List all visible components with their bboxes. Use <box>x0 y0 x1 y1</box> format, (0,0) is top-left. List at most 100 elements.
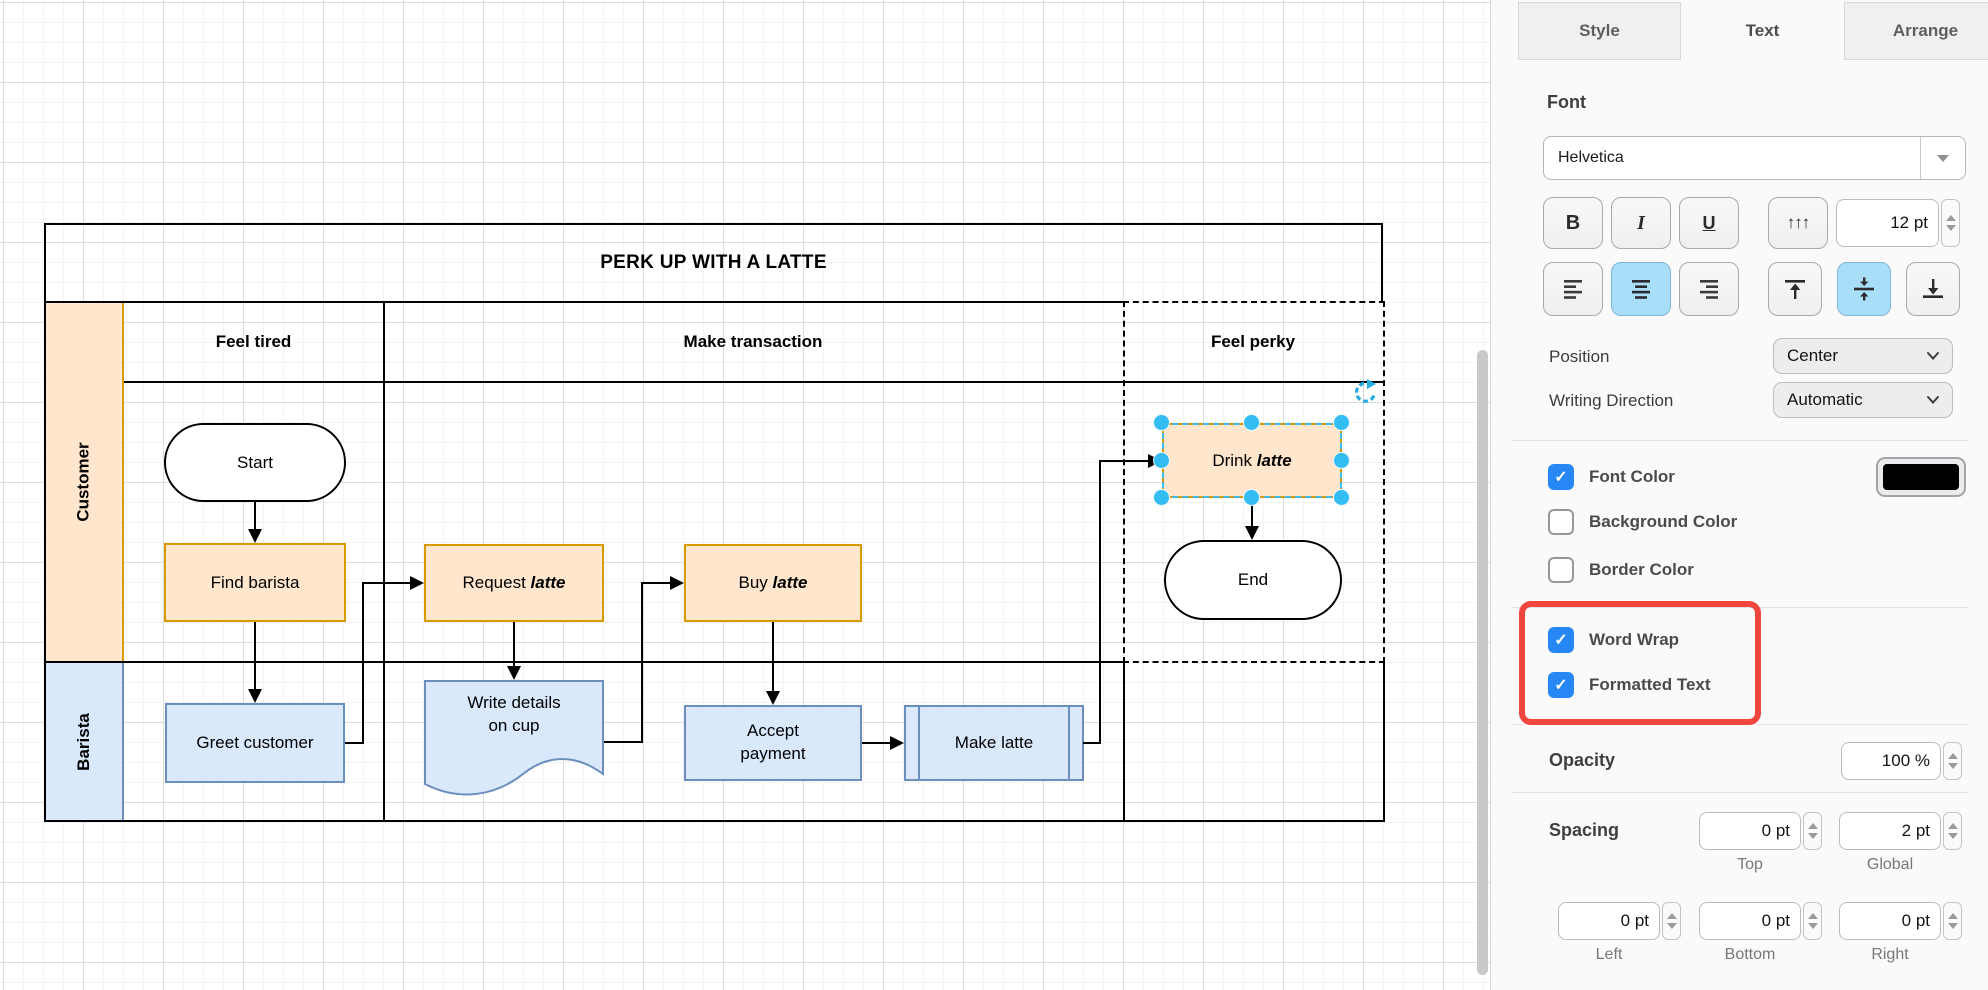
node-end[interactable]: End <box>1164 540 1342 620</box>
valign-bottom-button[interactable] <box>1906 262 1960 316</box>
chevron-down-icon <box>1926 395 1952 405</box>
bold-button[interactable]: B <box>1543 197 1603 249</box>
writing-direction-select[interactable]: Automatic <box>1773 382 1953 418</box>
font-family-value: Helvetica <box>1544 149 1920 167</box>
tab-arrange[interactable]: Arrange <box>1844 2 1988 60</box>
spacing-bottom-stepper[interactable] <box>1803 902 1822 940</box>
selection-handle-n[interactable] <box>1243 414 1260 431</box>
tab-style-label: Style <box>1579 21 1620 41</box>
spacing-label: Spacing <box>1549 820 1619 841</box>
writing-direction-label: Writing Direction <box>1549 391 1673 411</box>
pool-bottom-line <box>44 820 1385 822</box>
opacity-input[interactable] <box>1841 742 1941 780</box>
font-size-stepper[interactable] <box>1941 199 1960 247</box>
spacing-right-input[interactable] <box>1839 902 1941 940</box>
lane-barista[interactable]: Barista <box>46 663 124 820</box>
chevron-down-icon <box>1926 351 1952 361</box>
align-right-button[interactable] <box>1679 262 1739 316</box>
lane-customer-label: Customer <box>74 442 94 521</box>
valign-middle-button[interactable] <box>1837 262 1891 316</box>
align-center-button[interactable] <box>1611 262 1671 316</box>
node-request-latte-label: Request latte <box>462 573 565 593</box>
selection-handle-se[interactable] <box>1333 489 1350 506</box>
align-center-icon <box>1629 277 1653 301</box>
font-color-row: ✓ Font Color <box>1548 464 1675 490</box>
node-accept-payment-label: Accept payment <box>740 720 805 766</box>
italic-label: I <box>1637 212 1645 235</box>
stepper-down-icon[interactable] <box>1946 225 1956 231</box>
node-accept-payment[interactable]: Accept payment <box>684 705 862 781</box>
vertical-text-button[interactable]: ↑↑↑ <box>1768 197 1828 249</box>
italic-button[interactable]: I <box>1611 197 1671 249</box>
tab-text-label: Text <box>1746 21 1780 41</box>
pool-title-row[interactable]: PERK UP WITH A LATTE <box>44 223 1383 301</box>
bold-label: B <box>1566 212 1580 235</box>
spacing-top-stepper[interactable] <box>1803 812 1822 850</box>
spacing-bottom-input[interactable] <box>1699 902 1801 940</box>
selection-handle-sw[interactable] <box>1153 489 1170 506</box>
font-color-checkbox[interactable]: ✓ <box>1548 464 1574 490</box>
spacing-top-input[interactable] <box>1699 812 1801 850</box>
background-color-checkbox[interactable] <box>1548 509 1574 535</box>
spacing-left-stepper[interactable] <box>1662 902 1681 940</box>
node-find-barista[interactable]: Find barista <box>164 543 346 622</box>
node-make-latte-label: Make latte <box>955 733 1033 753</box>
canvas-vertical-scrollbar[interactable] <box>1477 350 1488 975</box>
font-family-select[interactable]: Helvetica <box>1543 136 1966 180</box>
writing-direction-value: Automatic <box>1774 390 1926 410</box>
font-family-dropdown-icon[interactable] <box>1921 155 1965 162</box>
selection-handle-w[interactable] <box>1153 452 1170 469</box>
underline-button[interactable]: U <box>1679 197 1739 249</box>
lane-divider-line <box>44 661 1125 663</box>
valign-top-button[interactable] <box>1768 262 1822 316</box>
position-label: Position <box>1549 347 1609 367</box>
align-right-icon <box>1697 277 1721 301</box>
position-select[interactable]: Center <box>1773 338 1953 374</box>
diagram-canvas[interactable]: PERK UP WITH A LATTE Customer Barista Fe… <box>0 0 1490 990</box>
selection-handle-ne[interactable] <box>1333 414 1350 431</box>
border-color-row: Border Color <box>1548 557 1694 583</box>
border-color-checkbox[interactable] <box>1548 557 1574 583</box>
spacing-right-stepper[interactable] <box>1943 902 1962 940</box>
valign-middle-icon <box>1852 277 1876 301</box>
phase-make-transaction-label: Make transaction <box>684 332 823 352</box>
spacing-global-caption: Global <box>1839 856 1941 874</box>
rotate-icon[interactable] <box>1350 378 1378 406</box>
node-buy-latte[interactable]: Buy latte <box>684 544 862 622</box>
node-write-details[interactable]: Write details on cup <box>424 680 604 804</box>
selection-handle-s[interactable] <box>1243 489 1260 506</box>
check-icon: ✓ <box>1554 467 1567 487</box>
lane-barista-label: Barista <box>74 713 94 771</box>
lane-customer[interactable]: Customer <box>46 303 124 661</box>
node-end-label: End <box>1238 570 1268 590</box>
stepper-up-icon[interactable] <box>1948 753 1958 759</box>
font-color-swatch[interactable] <box>1876 457 1966 497</box>
node-start[interactable]: Start <box>164 423 346 502</box>
pool-title: PERK UP WITH A LATTE <box>600 252 827 274</box>
font-size-input[interactable] <box>1836 199 1939 247</box>
spacing-left-input[interactable] <box>1558 902 1660 940</box>
spacing-global-stepper[interactable] <box>1943 812 1962 850</box>
process-bar-right <box>1068 707 1070 779</box>
opacity-label: Opacity <box>1549 750 1615 771</box>
node-drink-latte-selected[interactable]: Drink latte <box>1162 423 1342 498</box>
node-request-latte[interactable]: Request latte <box>424 544 604 622</box>
background-color-row: Background Color <box>1548 509 1737 535</box>
phase-feel-tired[interactable]: Feel tired <box>126 303 381 381</box>
align-left-button[interactable] <box>1543 262 1603 316</box>
node-write-details-label: Write details on cup <box>424 692 604 738</box>
stepper-down-icon[interactable] <box>1948 763 1958 769</box>
tab-text[interactable]: Text <box>1681 2 1844 60</box>
tab-style[interactable]: Style <box>1518 2 1681 60</box>
phase-make-transaction[interactable]: Make transaction <box>385 303 1121 381</box>
node-make-latte[interactable]: Make latte <box>904 705 1084 781</box>
phase-feel-perky[interactable]: Feel perky <box>1125 303 1381 381</box>
stepper-up-icon[interactable] <box>1946 215 1956 221</box>
selection-handle-e[interactable] <box>1333 452 1350 469</box>
spacing-right-caption: Right <box>1839 946 1941 964</box>
align-left-icon <box>1561 277 1585 301</box>
node-greet-customer[interactable]: Greet customer <box>165 703 345 783</box>
selection-handle-nw[interactable] <box>1153 414 1170 431</box>
spacing-global-input[interactable] <box>1839 812 1941 850</box>
opacity-stepper[interactable] <box>1943 742 1962 780</box>
